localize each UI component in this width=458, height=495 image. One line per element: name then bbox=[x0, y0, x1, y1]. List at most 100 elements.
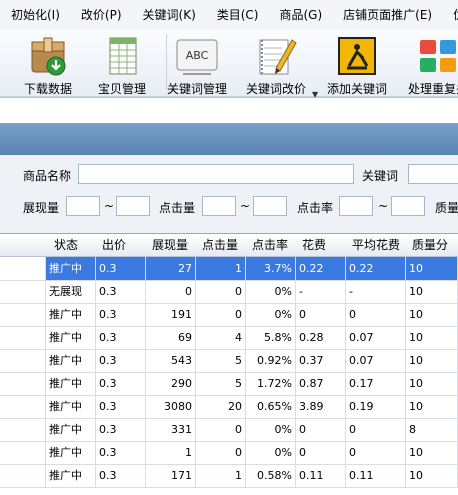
cell-avg-cost[interactable]: - bbox=[346, 280, 406, 303]
row-indicator[interactable] bbox=[0, 464, 46, 487]
cell-cost[interactable]: 0.37 bbox=[296, 349, 346, 372]
table-row[interactable]: 推广中 0.3 69 4 5.8% 0.28 0.07 10 bbox=[0, 326, 458, 350]
cell-ctr[interactable]: 0% bbox=[246, 441, 296, 464]
column-header-impressions[interactable]: 展现量 bbox=[152, 234, 188, 256]
cell-avg-cost[interactable]: 0 bbox=[346, 303, 406, 326]
row-indicator[interactable] bbox=[0, 372, 46, 395]
cell-ctr[interactable]: 0% bbox=[246, 418, 296, 441]
cell-ctr[interactable]: 0.58% bbox=[246, 464, 296, 487]
cell-quality[interactable]: 8 bbox=[406, 418, 458, 441]
cell-quality[interactable]: 10 bbox=[406, 303, 458, 326]
menu-keyword[interactable]: 关键词(K) bbox=[132, 0, 206, 30]
clicks-min-input[interactable] bbox=[202, 196, 236, 216]
menu-init[interactable]: 初始化(I) bbox=[0, 0, 70, 30]
row-indicator[interactable] bbox=[0, 257, 46, 280]
cell-status[interactable]: 推广中 bbox=[46, 395, 96, 418]
cell-ctr[interactable]: 0% bbox=[246, 303, 296, 326]
column-header-quality[interactable]: 质量分 bbox=[412, 234, 448, 256]
cell-status[interactable]: 推广中 bbox=[46, 441, 96, 464]
cell-avg-cost[interactable]: 0.07 bbox=[346, 349, 406, 372]
column-header-cost[interactable]: 花费 bbox=[302, 234, 326, 256]
cell-avg-cost[interactable]: 0 bbox=[346, 418, 406, 441]
keyword-management-button[interactable]: ABC 关键词管理 bbox=[157, 32, 237, 96]
cell-avg-cost[interactable]: 0.11 bbox=[346, 464, 406, 487]
cell-ctr[interactable]: 0.92% bbox=[246, 349, 296, 372]
product-name-input[interactable] bbox=[78, 164, 354, 184]
cell-quality[interactable]: 10 bbox=[406, 464, 458, 487]
cell-bid[interactable]: 0.3 bbox=[96, 280, 146, 303]
cell-clicks[interactable]: 0 bbox=[196, 280, 246, 303]
cell-status[interactable]: 无展现 bbox=[46, 280, 96, 303]
menu-price[interactable]: 改价(P) bbox=[70, 0, 132, 30]
menu-category[interactable]: 类目(C) bbox=[206, 0, 269, 30]
menu-shop-promo[interactable]: 店铺页面推广(E) bbox=[332, 0, 442, 30]
cell-cost[interactable]: - bbox=[296, 280, 346, 303]
cell-clicks[interactable]: 1 bbox=[196, 464, 246, 487]
menu-optimize[interactable]: 优化 bbox=[442, 0, 458, 30]
cell-ctr[interactable]: 5.8% bbox=[246, 326, 296, 349]
row-indicator[interactable] bbox=[0, 349, 46, 372]
cell-clicks[interactable]: 1 bbox=[196, 257, 246, 280]
keyword-price-button[interactable]: 关键词改价 bbox=[236, 32, 316, 96]
column-header-ctr[interactable]: 点击率 bbox=[252, 234, 288, 256]
cell-status[interactable]: 推广中 bbox=[46, 349, 96, 372]
cell-bid[interactable]: 0.3 bbox=[96, 257, 146, 280]
ctr-max-input[interactable] bbox=[391, 196, 425, 216]
cell-impressions[interactable]: 27 bbox=[146, 257, 196, 280]
column-header-bid[interactable]: 出价 bbox=[102, 234, 126, 256]
cell-bid[interactable]: 0.3 bbox=[96, 372, 146, 395]
impressions-max-input[interactable] bbox=[116, 196, 150, 216]
ctr-min-input[interactable] bbox=[339, 196, 373, 216]
cell-impressions[interactable]: 69 bbox=[146, 326, 196, 349]
row-indicator[interactable] bbox=[0, 441, 46, 464]
cell-clicks[interactable]: 5 bbox=[196, 349, 246, 372]
cell-impressions[interactable]: 0 bbox=[146, 280, 196, 303]
cell-quality[interactable]: 10 bbox=[406, 372, 458, 395]
row-indicator[interactable] bbox=[0, 326, 46, 349]
cell-status[interactable]: 推广中 bbox=[46, 326, 96, 349]
cell-cost[interactable]: 0.28 bbox=[296, 326, 346, 349]
column-header-status[interactable]: 状态 bbox=[54, 234, 78, 256]
cell-clicks[interactable]: 0 bbox=[196, 418, 246, 441]
cell-status[interactable]: 推广中 bbox=[46, 257, 96, 280]
add-keyword-button[interactable]: 添加关键词 bbox=[317, 32, 397, 96]
cell-clicks[interactable]: 0 bbox=[196, 303, 246, 326]
menu-product[interactable]: 商品(G) bbox=[269, 0, 333, 30]
cell-avg-cost[interactable]: 0.07 bbox=[346, 326, 406, 349]
table-row[interactable]: 推广中 0.3 290 5 1.72% 0.87 0.17 10 bbox=[0, 372, 458, 396]
cell-cost[interactable]: 0 bbox=[296, 441, 346, 464]
cell-bid[interactable]: 0.3 bbox=[96, 395, 146, 418]
table-row[interactable]: 无展现 0.3 0 0 0% - -10 bbox=[0, 280, 458, 304]
row-indicator[interactable] bbox=[0, 395, 46, 418]
cell-ctr[interactable]: 1.72% bbox=[246, 372, 296, 395]
impressions-min-input[interactable] bbox=[66, 196, 100, 216]
cell-bid[interactable]: 0.3 bbox=[96, 303, 146, 326]
cell-ctr[interactable]: 0% bbox=[246, 280, 296, 303]
cell-quality[interactable]: 10 bbox=[406, 395, 458, 418]
cell-quality[interactable]: 10 bbox=[406, 280, 458, 303]
row-indicator[interactable] bbox=[0, 418, 46, 441]
row-indicator[interactable] bbox=[0, 303, 46, 326]
cell-status[interactable]: 推广中 bbox=[46, 303, 96, 326]
cell-bid[interactable]: 0.3 bbox=[96, 441, 146, 464]
table-row[interactable]: 推广中 0.3 1 0 0% 0 0 10 bbox=[0, 441, 458, 465]
cell-impressions[interactable]: 543 bbox=[146, 349, 196, 372]
cell-clicks[interactable]: 5 bbox=[196, 372, 246, 395]
row-indicator[interactable] bbox=[0, 280, 46, 303]
cell-status[interactable]: 推广中 bbox=[46, 464, 96, 487]
cell-quality[interactable]: 10 bbox=[406, 326, 458, 349]
cell-bid[interactable]: 0.3 bbox=[96, 349, 146, 372]
cell-bid[interactable]: 0.3 bbox=[96, 464, 146, 487]
column-header-clicks[interactable]: 点击量 bbox=[202, 234, 238, 256]
cell-impressions[interactable]: 171 bbox=[146, 464, 196, 487]
cell-cost[interactable]: 0.87 bbox=[296, 372, 346, 395]
cell-cost[interactable]: 0.22 bbox=[296, 257, 346, 280]
cell-cost[interactable]: 0 bbox=[296, 418, 346, 441]
table-row[interactable]: 推广中 0.3 171 1 0.58% 0.11 0.11 10 bbox=[0, 464, 458, 488]
cell-status[interactable]: 推广中 bbox=[46, 372, 96, 395]
cell-bid[interactable]: 0.3 bbox=[96, 326, 146, 349]
cell-status[interactable]: 推广中 bbox=[46, 418, 96, 441]
cell-ctr[interactable]: 3.7% bbox=[246, 257, 296, 280]
table-row[interactable]: 推广中 0.3 27 1 3.7% 0.22 0.22 10 bbox=[0, 257, 458, 281]
cell-impressions[interactable]: 331 bbox=[146, 418, 196, 441]
